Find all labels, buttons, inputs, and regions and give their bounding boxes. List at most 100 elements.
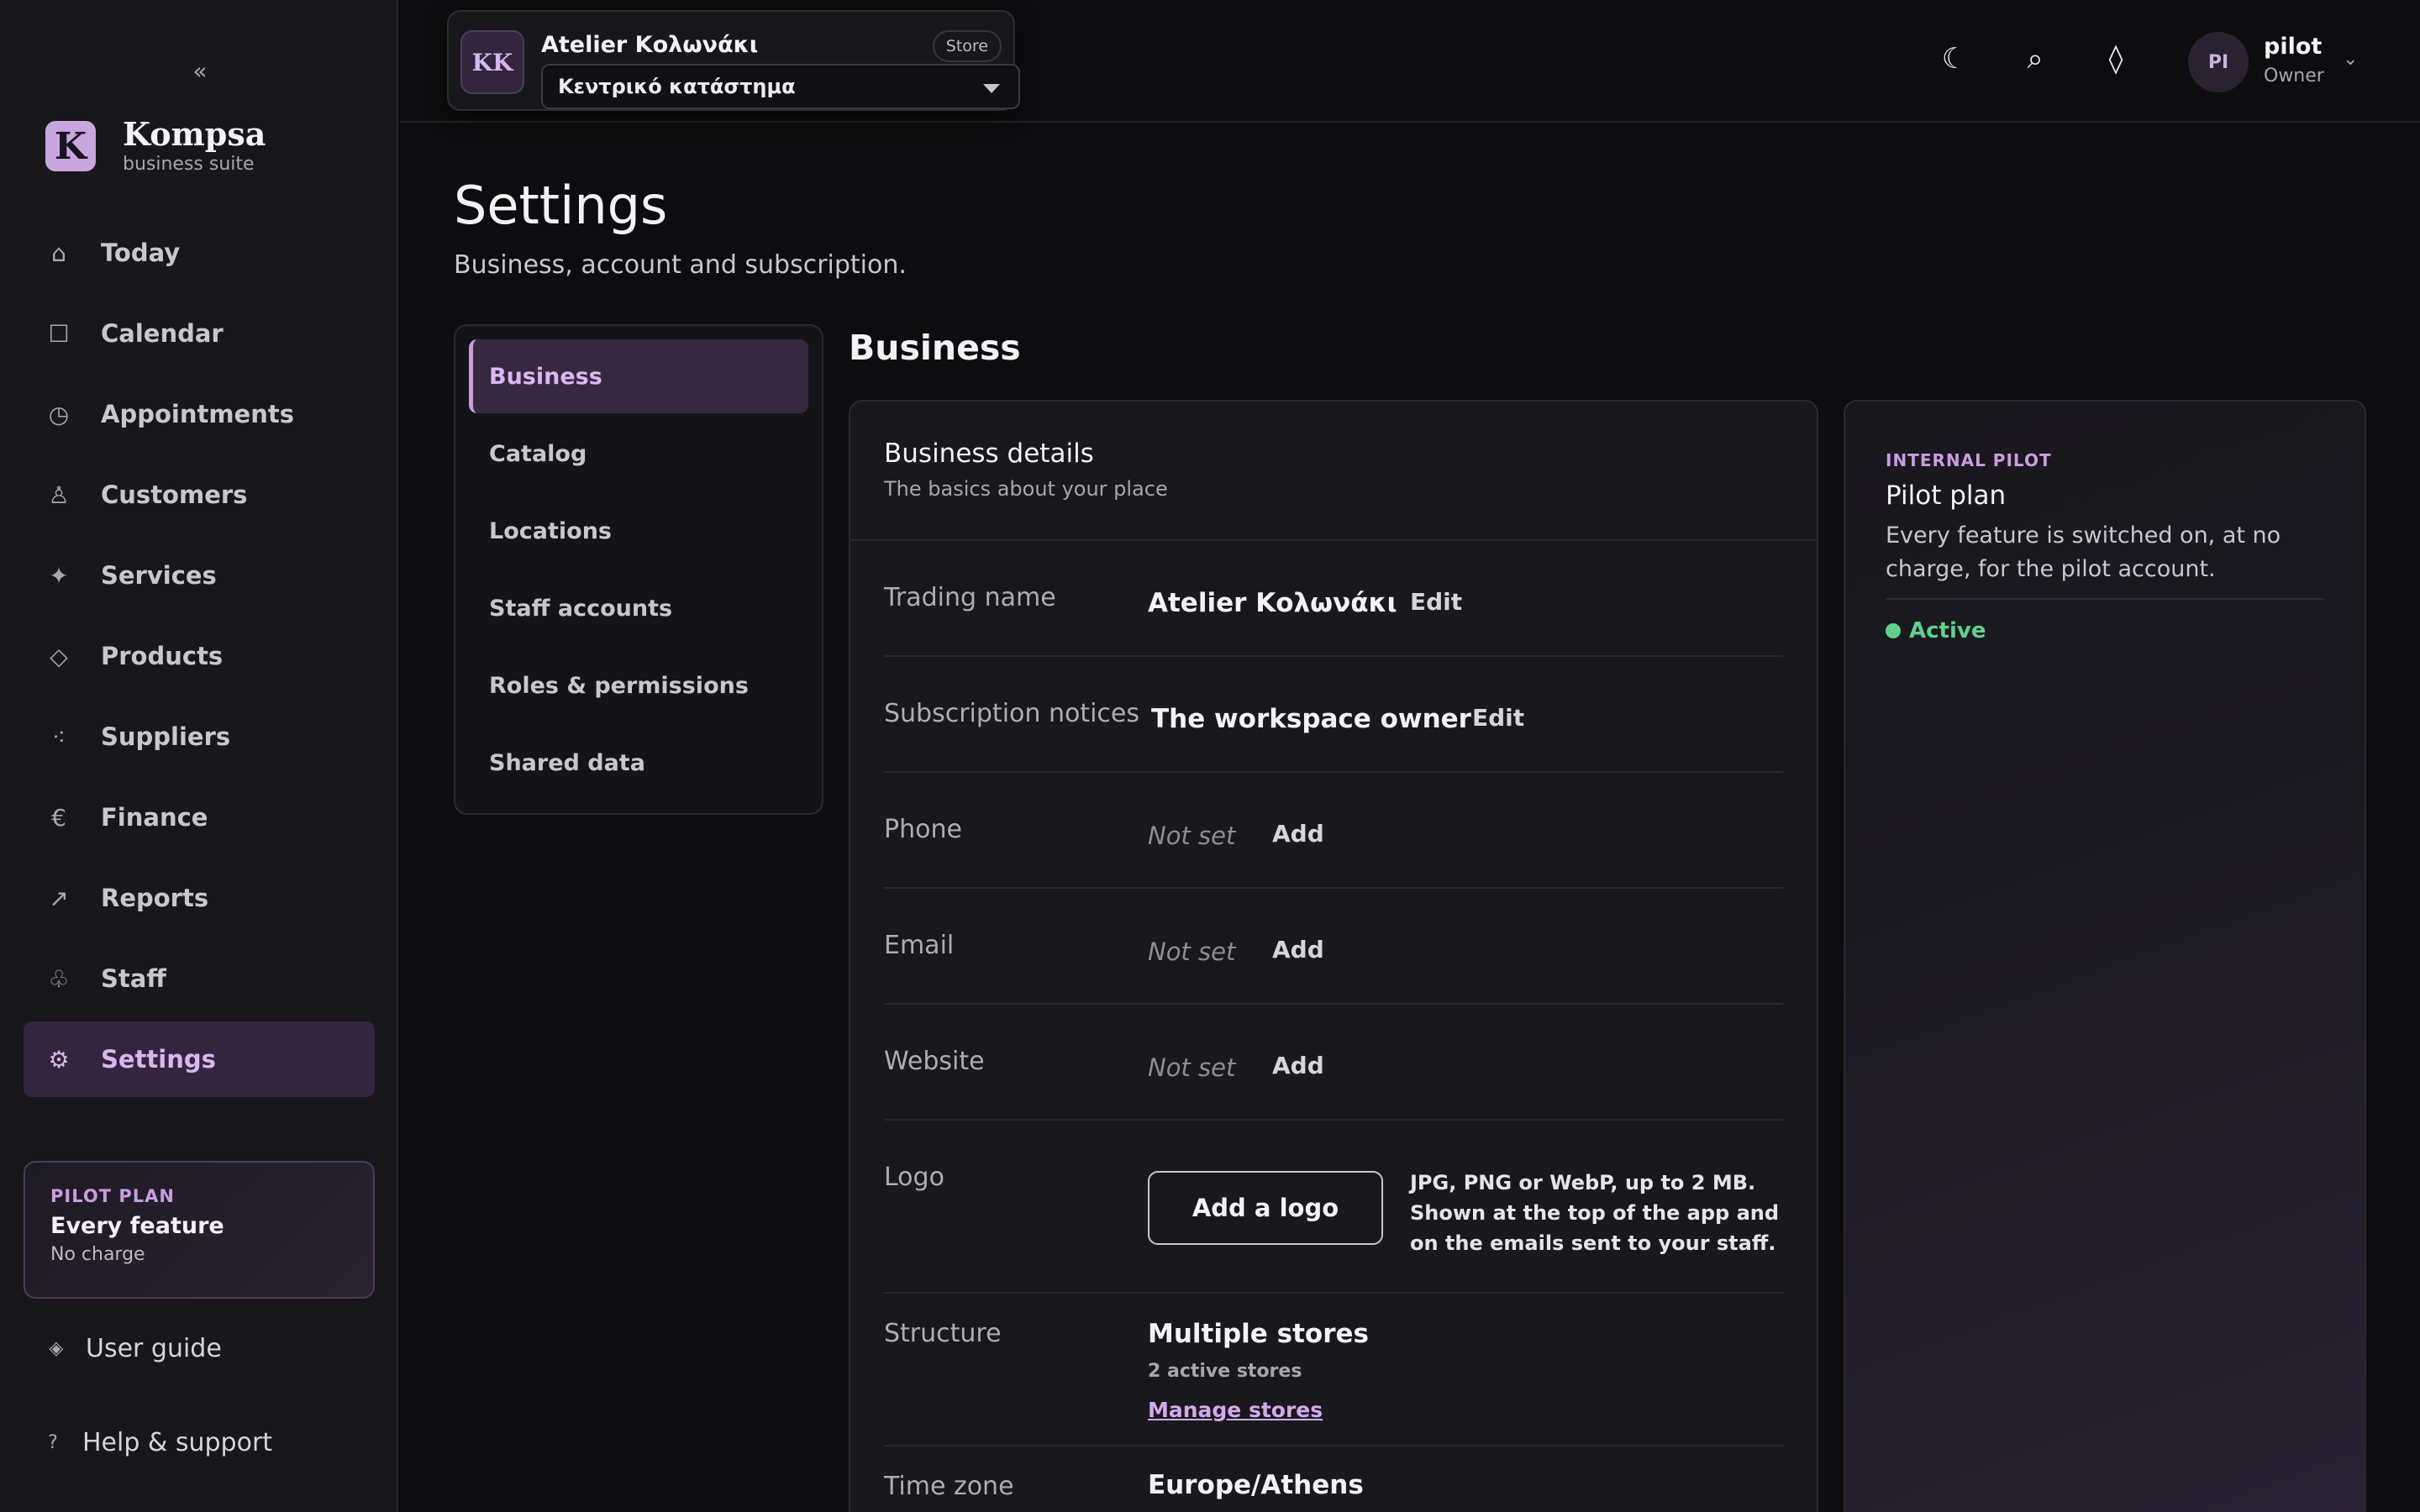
sidebar-item-customers[interactable]: ♙ Customers — [24, 457, 375, 533]
settings-subnav: Business Catalog Locations Staff account… — [454, 324, 823, 815]
subscription-notices-label: Subscription notices — [884, 699, 1139, 728]
email-row: Email Not set Add — [884, 889, 1783, 1005]
page-subtitle: Business, account and subscription. — [454, 250, 907, 280]
manage-stores-link[interactable]: Manage stores — [1148, 1398, 1323, 1422]
sidebar-item-label: Suppliers — [101, 722, 231, 751]
sidebar-item-label: Calendar — [101, 319, 224, 348]
store-badge: Store — [932, 30, 1002, 62]
plan-subtitle: No charge — [50, 1244, 145, 1265]
user-name[interactable]: pilot — [2264, 34, 2322, 60]
store-switcher[interactable]: KK Atelier Κολωνάκι Store Κεντρικό κατάσ… — [447, 10, 1020, 111]
website-row: Website Not set Add — [884, 1005, 1783, 1121]
store-name: Atelier Κολωνάκι — [541, 32, 759, 58]
section-title: Business — [849, 328, 1021, 368]
help-support-link[interactable]: ? Help & support — [42, 1428, 272, 1457]
timezone-row: Time zone Europe/Athens — [884, 1446, 1783, 1512]
user-guide-link[interactable]: ◈ User guide — [45, 1334, 222, 1363]
email-value: Not set — [1148, 937, 1236, 966]
trading-name-label: Trading name — [884, 583, 1056, 612]
help-support-label: Help & support — [82, 1428, 273, 1457]
sidebar-item-calendar[interactable]: ☐ Calendar — [24, 296, 375, 371]
guide-icon: ◈ — [49, 1338, 64, 1359]
brand-name: Kompsa — [123, 115, 266, 153]
topbar: KK Atelier Κολωνάκι Store Κεντρικό κατάσ… — [400, 0, 2420, 123]
brand[interactable]: K Kompsa business suite — [45, 116, 266, 176]
collapse-sidebar-icon[interactable]: « — [190, 59, 210, 84]
diamond-icon[interactable]: ◊ — [2099, 42, 2133, 76]
search-icon[interactable]: ⌕ — [2018, 42, 2052, 76]
phone-value: Not set — [1148, 822, 1236, 850]
sidebar-plan-card[interactable]: PILOT PLAN Every feature No charge — [24, 1161, 375, 1299]
store-avatar: KK — [460, 30, 524, 94]
pilot-plan-description: Every feature is switched on, at no char… — [1886, 519, 2324, 600]
person-icon: ♙ — [48, 480, 70, 509]
sidebar-item-label: Customers — [101, 480, 248, 509]
subnav-item-shared-data[interactable]: Shared data — [469, 726, 808, 800]
staff-icon: ♧ — [48, 964, 70, 993]
chevron-down-icon[interactable]: ⌄ — [2343, 49, 2358, 70]
sidebar-item-appointments[interactable]: ◷ Appointments — [24, 376, 375, 452]
dots-icon: ⁖ — [51, 722, 66, 751]
home-icon: ⌂ — [51, 239, 66, 267]
sidebar-item-label: Products — [101, 642, 224, 670]
structure-row: Structure Multiple stores 2 active store… — [884, 1294, 1783, 1446]
sidebar-item-finance[interactable]: € Finance — [24, 780, 375, 855]
structure-label: Structure — [884, 1319, 1002, 1348]
user-role: Owner — [2264, 66, 2324, 87]
trend-icon: ↗ — [49, 884, 69, 912]
main-nav: ⌂ Today ☐ Calendar ◷ Appointments ♙ Customer… — [24, 215, 375, 1102]
diamond-icon: ◇ — [50, 642, 68, 670]
subnav-item-staff-accounts[interactable]: Staff accounts — [469, 571, 808, 645]
sidebar-item-services[interactable]: ✦ Services — [24, 538, 375, 613]
email-label: Email — [884, 931, 955, 960]
moon-icon[interactable]: ☾ — [1938, 42, 1971, 76]
card-title: Business details — [884, 438, 1094, 469]
add-website-button[interactable]: Add — [1272, 1052, 1324, 1079]
sidebar-item-label: Today — [101, 239, 181, 267]
add-email-button[interactable]: Add — [1272, 936, 1324, 963]
avatar[interactable]: PI — [2188, 32, 2249, 92]
subscription-notices-value: The workspace owner — [1151, 704, 1471, 734]
trading-name-row: Trading name Atelier Κολωνάκι Edit — [884, 541, 1783, 657]
page-title: Settings — [454, 175, 668, 236]
edit-subscription-notices-button[interactable]: Edit — [1472, 704, 1524, 732]
business-details-card: Business details The basics about your p… — [849, 400, 1818, 1512]
status-dot-icon — [1886, 623, 1901, 638]
structure-subtext: 2 active stores — [1148, 1361, 1302, 1382]
edit-trading-name-button[interactable]: Edit — [1410, 588, 1462, 616]
logo-label: Logo — [884, 1163, 944, 1192]
calendar-icon: ☐ — [48, 319, 70, 348]
add-logo-button[interactable]: Add a logo — [1148, 1171, 1383, 1245]
website-label: Website — [884, 1047, 985, 1076]
sidebar-item-label: Reports — [101, 884, 209, 912]
timezone-value: Europe/Athens — [1148, 1470, 1364, 1500]
structure-value: Multiple stores — [1148, 1319, 1369, 1349]
website-value: Not set — [1148, 1053, 1236, 1082]
sidebar-item-reports[interactable]: ↗ Reports — [24, 860, 375, 936]
store-select-value: Κεντρικό κατάστημα — [558, 75, 796, 98]
add-phone-button[interactable]: Add — [1272, 820, 1324, 848]
plan-eyebrow: PILOT PLAN — [50, 1186, 175, 1206]
sidebar-item-settings[interactable]: ⚙ Settings — [24, 1021, 375, 1097]
user-guide-label: User guide — [86, 1334, 222, 1363]
sidebar-item-staff[interactable]: ♧ Staff — [24, 941, 375, 1016]
subnav-item-business[interactable]: Business — [469, 339, 808, 413]
timezone-label: Time zone — [884, 1472, 1014, 1501]
sidebar-item-label: Services — [101, 561, 217, 590]
clock-icon: ◷ — [48, 400, 70, 428]
logo-help-text: JPG, PNG or WebP, up to 2 MB. Shown at t… — [1410, 1171, 1780, 1255]
store-select[interactable]: Κεντρικό κατάστημα — [541, 64, 1020, 109]
sidebar-item-label: Staff — [101, 964, 166, 993]
sparkle-icon: ✦ — [49, 561, 69, 590]
sidebar-item-today[interactable]: ⌂ Today — [24, 215, 375, 291]
card-subtitle: The basics about your place — [884, 477, 1168, 501]
help-icon: ? — [48, 1432, 58, 1453]
status-label: Active — [1909, 618, 1986, 643]
caret-down-icon — [983, 84, 1000, 93]
subscription-notices-row: Subscription notices The workspace owner… — [884, 657, 1783, 773]
subnav-item-catalog[interactable]: Catalog — [469, 417, 808, 491]
sidebar-item-products[interactable]: ◇ Products — [24, 618, 375, 694]
subnav-item-locations[interactable]: Locations — [469, 494, 808, 568]
sidebar-item-suppliers[interactable]: ⁖ Suppliers — [24, 699, 375, 774]
subnav-item-roles-permissions[interactable]: Roles & permissions — [469, 648, 808, 722]
